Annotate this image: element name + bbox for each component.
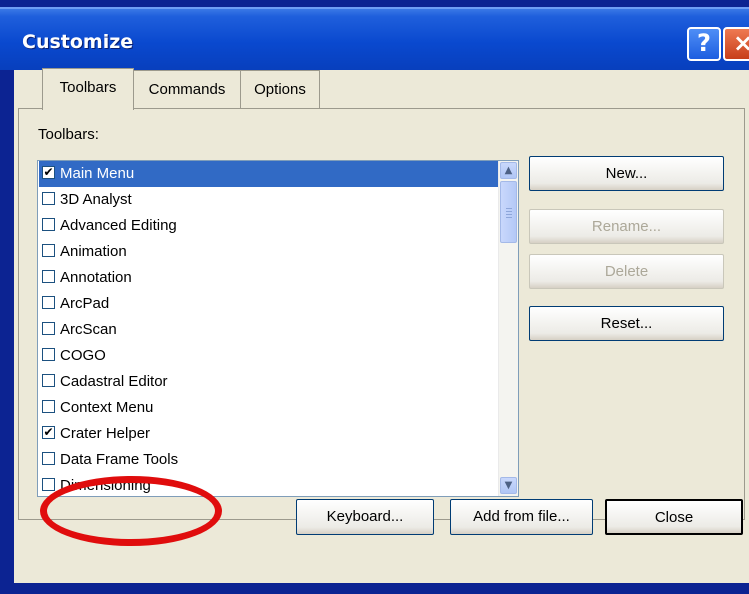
list-item-arcpad[interactable]: ArcPad <box>39 291 499 317</box>
grip-line <box>506 217 512 218</box>
checkbox[interactable]: ✔ <box>42 426 55 439</box>
list-item-3d-analyst[interactable]: 3D Analyst <box>39 187 499 213</box>
list-item-crater-helper[interactable]: ✔ Crater Helper <box>39 421 499 447</box>
tab-commands[interactable]: Commands <box>132 70 242 109</box>
list-item-label: Annotation <box>60 269 132 286</box>
grip-line <box>506 211 512 212</box>
list-item-cogo[interactable]: COGO <box>39 343 499 369</box>
checkbox[interactable] <box>42 452 55 465</box>
list-item-label: Crater Helper <box>60 425 151 442</box>
list-item-label: Main Menu <box>60 165 135 182</box>
list-item-arcscan[interactable]: ArcScan <box>39 317 499 343</box>
title-bar[interactable]: Customize ? × <box>0 7 749 70</box>
new-button[interactable]: New... <box>529 156 724 191</box>
list-item-label: Data Frame Tools <box>60 451 179 468</box>
list-item-cadastral-editor[interactable]: Cadastral Editor <box>39 369 499 395</box>
list-item-advanced-editing[interactable]: Advanced Editing <box>39 213 499 239</box>
checkbox[interactable] <box>42 218 55 231</box>
list-item-main-menu[interactable]: ✔ Main Menu <box>39 161 499 187</box>
tab-toolbars[interactable]: Toolbars <box>42 68 134 110</box>
rename-button[interactable]: Rename... <box>529 209 724 244</box>
toolbars-listbox[interactable]: ✔ Main Menu 3D Analyst Advanced Editing … <box>37 160 519 497</box>
checkbox[interactable] <box>42 374 55 387</box>
list-item-label: Advanced Editing <box>60 217 177 234</box>
close-window-button[interactable]: × <box>723 27 749 61</box>
list-item-label: ArcPad <box>60 295 110 312</box>
delete-button[interactable]: Delete <box>529 254 724 289</box>
tab-commands-label: Commands <box>148 81 226 98</box>
toolbars-label: Toolbars: <box>38 126 99 143</box>
scrollbar-thumb[interactable] <box>500 181 517 243</box>
red-annotation-circle <box>40 476 222 546</box>
tab-toolbars-label: Toolbars <box>59 79 117 96</box>
checkbox[interactable] <box>42 270 55 283</box>
scroll-up-icon[interactable]: ▲ <box>500 162 517 179</box>
checkbox[interactable] <box>42 478 55 491</box>
reset-button[interactable]: Reset... <box>529 306 724 341</box>
list-item-label: Context Menu <box>60 399 154 416</box>
tab-options-label: Options <box>254 81 306 98</box>
checkbox[interactable] <box>42 322 55 335</box>
list-item-label: COGO <box>60 347 106 364</box>
vertical-scrollbar[interactable]: ▲ ▼ <box>498 161 518 496</box>
list-item-animation[interactable]: Animation <box>39 239 499 265</box>
list-item-label: 3D Analyst <box>60 191 132 208</box>
checkbox[interactable] <box>42 400 55 413</box>
add-from-file-button[interactable]: Add from file... <box>450 499 593 535</box>
close-button[interactable]: Close <box>605 499 743 535</box>
window-title: Customize <box>22 31 134 53</box>
list-item-label: ArcScan <box>60 321 117 338</box>
scroll-down-icon[interactable]: ▼ <box>500 477 517 494</box>
help-button[interactable]: ? <box>687 27 721 61</box>
grip-line <box>506 208 512 209</box>
checkbox[interactable]: ✔ <box>42 166 55 179</box>
tab-options[interactable]: Options <box>240 70 320 109</box>
list-item-label: Cadastral Editor <box>60 373 168 390</box>
checkbox[interactable] <box>42 192 55 205</box>
list-item-annotation[interactable]: Annotation <box>39 265 499 291</box>
list-item-context-menu[interactable]: Context Menu <box>39 395 499 421</box>
keyboard-button[interactable]: Keyboard... <box>296 499 434 535</box>
grip-line <box>506 214 512 215</box>
checkbox[interactable] <box>42 348 55 361</box>
list-item-data-frame-tools[interactable]: Data Frame Tools <box>39 447 499 473</box>
checkbox[interactable] <box>42 296 55 309</box>
list-item-label: Animation <box>60 243 127 260</box>
checkbox[interactable] <box>42 244 55 257</box>
